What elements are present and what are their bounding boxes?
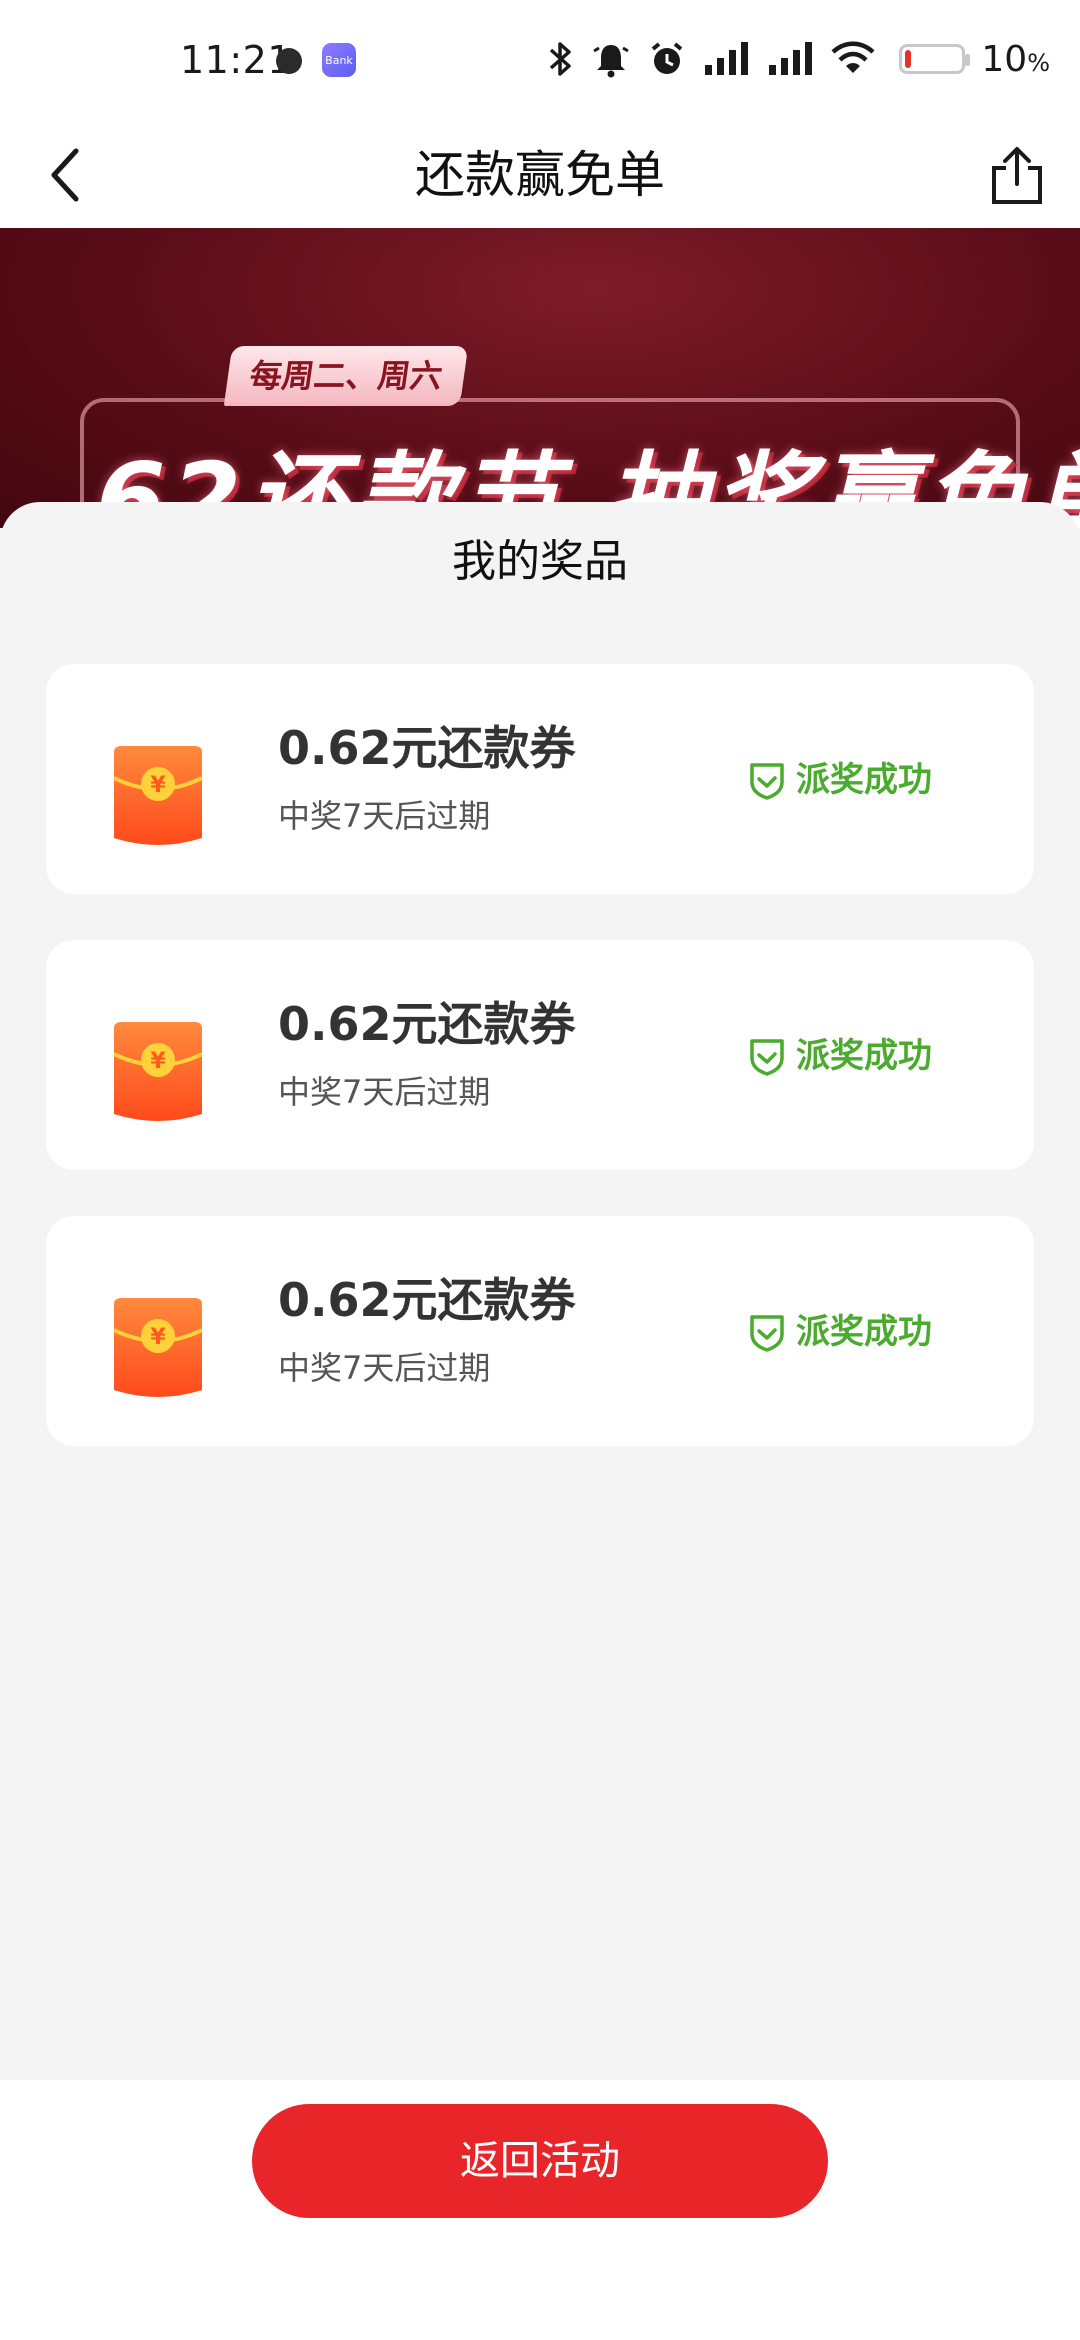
share-icon xyxy=(992,147,1042,204)
prize-card: ¥ 0.62元还款券 中奖7天后过期 派奖成功 xyxy=(46,940,1034,1170)
red-packet-icon: ¥ xyxy=(113,746,203,845)
battery-value: 10 xyxy=(981,38,1028,80)
svg-text:¥: ¥ xyxy=(150,1325,166,1350)
clock-icon xyxy=(276,48,302,74)
prize-name: 0.62元还款券 xyxy=(278,1273,576,1327)
shield-check-icon xyxy=(750,1039,784,1076)
page-title: 还款赢免单 xyxy=(415,146,665,204)
battery-unit: % xyxy=(1027,48,1050,77)
prize-sheet: 我的奖品 ¥ 0.62元还款券 中奖7天后过期 派奖成功 ¥ 0.62元还款券 … xyxy=(0,502,1080,2082)
battery-level xyxy=(905,50,912,68)
prize-expiry: 中奖7天后过期 xyxy=(278,797,491,835)
battery-text: 10% xyxy=(981,39,1050,80)
app-icon-label: Bank xyxy=(325,53,353,67)
return-to-activity-button[interactable]: 返回活动 xyxy=(252,2104,828,2218)
banner-tag: 每周二、周六 xyxy=(223,346,469,406)
promo-banner: 每周二、周六 62还款节 抽奖赢免单 xyxy=(0,228,1080,528)
signal-icon-2 xyxy=(769,42,813,75)
prize-status-text: 派奖成功 xyxy=(796,1312,932,1352)
svg-text:¥: ¥ xyxy=(150,1049,166,1074)
bell-icon xyxy=(593,45,630,78)
bottom-bar: 返回活动 xyxy=(0,2080,1080,2340)
screen: 11:21 Bank 10% 还款赢免单 每周二、周六 62还款节 抽奖赢免单 … xyxy=(0,0,1080,2340)
shield-check-icon xyxy=(750,1315,784,1352)
prize-name: 0.62元还款券 xyxy=(278,997,576,1051)
status-icons: 10% xyxy=(547,36,1050,82)
share-button[interactable] xyxy=(984,140,1050,210)
prize-name: 0.62元还款券 xyxy=(278,721,576,775)
prize-expiry: 中奖7天后过期 xyxy=(278,1073,491,1111)
battery-icon xyxy=(899,44,971,74)
signal-icon-1 xyxy=(705,42,749,75)
red-packet-icon: ¥ xyxy=(113,1022,203,1121)
svg-text:¥: ¥ xyxy=(150,773,166,798)
prize-status-text: 派奖成功 xyxy=(796,1036,932,1076)
sheet-title: 我的奖品 xyxy=(452,536,628,587)
prize-status: 派奖成功 xyxy=(748,1032,932,1080)
alarm-icon xyxy=(652,42,683,74)
prize-expiry: 中奖7天后过期 xyxy=(278,1349,491,1387)
bank-app-icon: Bank xyxy=(322,43,356,77)
status-bar: 11:21 Bank 10% xyxy=(0,0,1080,120)
red-packet-icon: ¥ xyxy=(113,1298,203,1397)
shield-check-icon xyxy=(750,763,784,800)
wifi-icon xyxy=(831,41,875,73)
prize-status: 派奖成功 xyxy=(748,1308,932,1356)
prize-status-text: 派奖成功 xyxy=(796,760,932,800)
prize-card: ¥ 0.62元还款券 中奖7天后过期 派奖成功 xyxy=(46,1216,1034,1446)
nav-header: 还款赢免单 xyxy=(0,120,1080,230)
prize-status: 派奖成功 xyxy=(748,756,932,804)
bluetooth-icon xyxy=(550,42,572,76)
prize-card: ¥ 0.62元还款券 中奖7天后过期 派奖成功 xyxy=(46,664,1034,894)
